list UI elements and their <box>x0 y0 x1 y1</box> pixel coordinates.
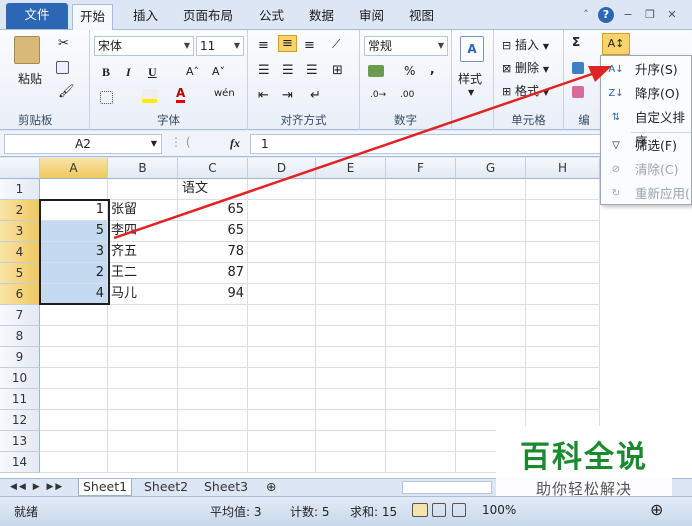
annotation-arrow <box>113 66 612 240</box>
